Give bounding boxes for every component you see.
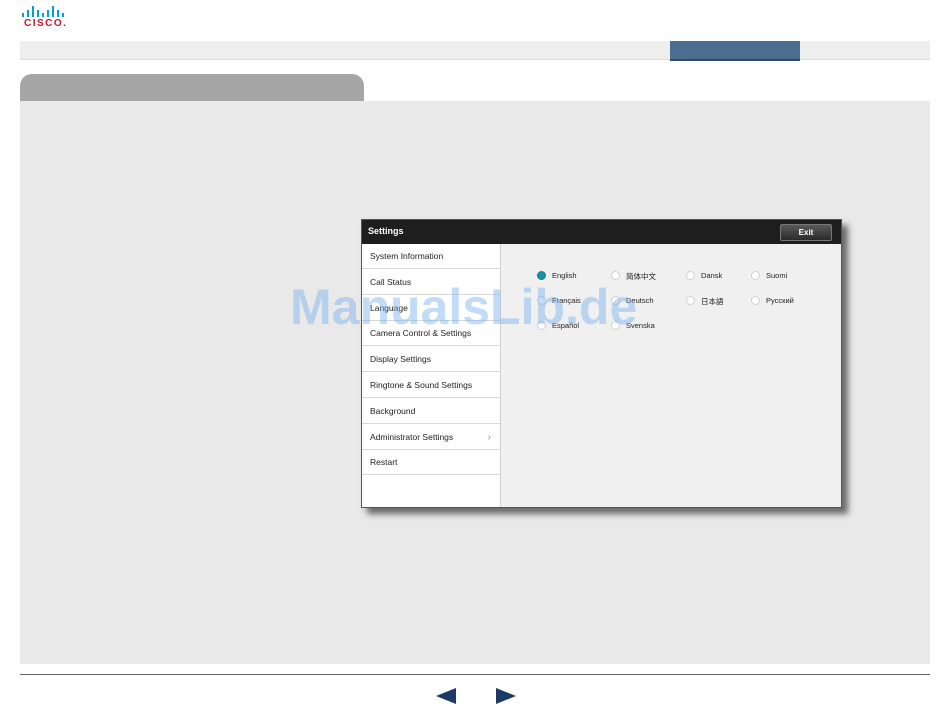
settings-menu: System Information Call Status Language …: [362, 244, 501, 507]
menu-item-restart[interactable]: Restart: [362, 450, 500, 476]
menu-item-label: Background: [370, 405, 416, 416]
radio-icon: [751, 296, 760, 305]
language-panel: English 简体中文 Dansk Suomi Français Deutsc…: [501, 244, 841, 507]
menu-item-ringtone-sound[interactable]: Ringtone & Sound Settings: [362, 373, 500, 398]
settings-window: Settings Exit System Information Call St…: [361, 219, 842, 508]
chevron-right-icon: ›: [487, 431, 491, 443]
top-nav-active-tab[interactable]: [670, 41, 800, 61]
language-label: Español: [552, 321, 580, 330]
language-label: 简体中文: [626, 272, 656, 281]
exit-button[interactable]: Exit: [780, 224, 832, 241]
menu-item-label: System Information: [370, 251, 444, 261]
arrow-left-icon[interactable]: [436, 688, 456, 704]
cisco-logo-bars: [22, 6, 70, 17]
settings-title: Settings: [368, 226, 404, 236]
radio-icon: [537, 321, 546, 330]
menu-item-system-information[interactable]: System Information: [362, 244, 500, 269]
language-label: Русский: [766, 296, 794, 305]
radio-icon: [611, 296, 620, 305]
menu-item-label: Camera Control & Settings: [370, 328, 472, 339]
section-tab: [20, 74, 364, 102]
menu-item-display-settings[interactable]: Display Settings: [362, 347, 500, 373]
cisco-logo: CISCO.: [22, 6, 70, 30]
menu-item-language[interactable]: Language: [362, 296, 500, 321]
radio-icon: [686, 271, 695, 280]
menu-item-call-status[interactable]: Call Status: [362, 270, 500, 295]
menu-item-background[interactable]: Background: [362, 399, 500, 424]
menu-item-label: Restart: [370, 457, 398, 468]
radio-icon: [537, 296, 546, 305]
menu-item-label: Call Status: [370, 276, 412, 287]
footer-divider: [20, 674, 930, 675]
language-label: Français: [552, 296, 581, 305]
radio-icon: [611, 271, 620, 280]
radio-selected-icon: [537, 271, 546, 280]
menu-item-label: Language: [370, 302, 408, 313]
radio-icon: [611, 321, 620, 330]
language-label: Suomi: [766, 271, 788, 280]
language-label: Deutsch: [626, 296, 654, 305]
arrow-right-icon[interactable]: [496, 688, 516, 704]
menu-item-administrator-settings[interactable]: Administrator Settings ›: [362, 425, 500, 450]
menu-item-label: Ringtone & Sound Settings: [370, 380, 473, 390]
language-label: Dansk: [701, 271, 723, 280]
menu-item-label: Administrator Settings: [370, 431, 454, 442]
language-label: Svenska: [626, 321, 655, 330]
language-label: English: [552, 271, 577, 280]
radio-icon: [751, 271, 760, 280]
cisco-logo-text: CISCO.: [24, 18, 68, 29]
menu-item-label: Display Settings: [370, 354, 431, 365]
language-label: 日本語: [701, 297, 724, 306]
menu-item-camera-control[interactable]: Camera Control & Settings: [362, 321, 500, 347]
settings-header: Settings Exit: [362, 220, 841, 244]
radio-icon: [686, 296, 695, 305]
